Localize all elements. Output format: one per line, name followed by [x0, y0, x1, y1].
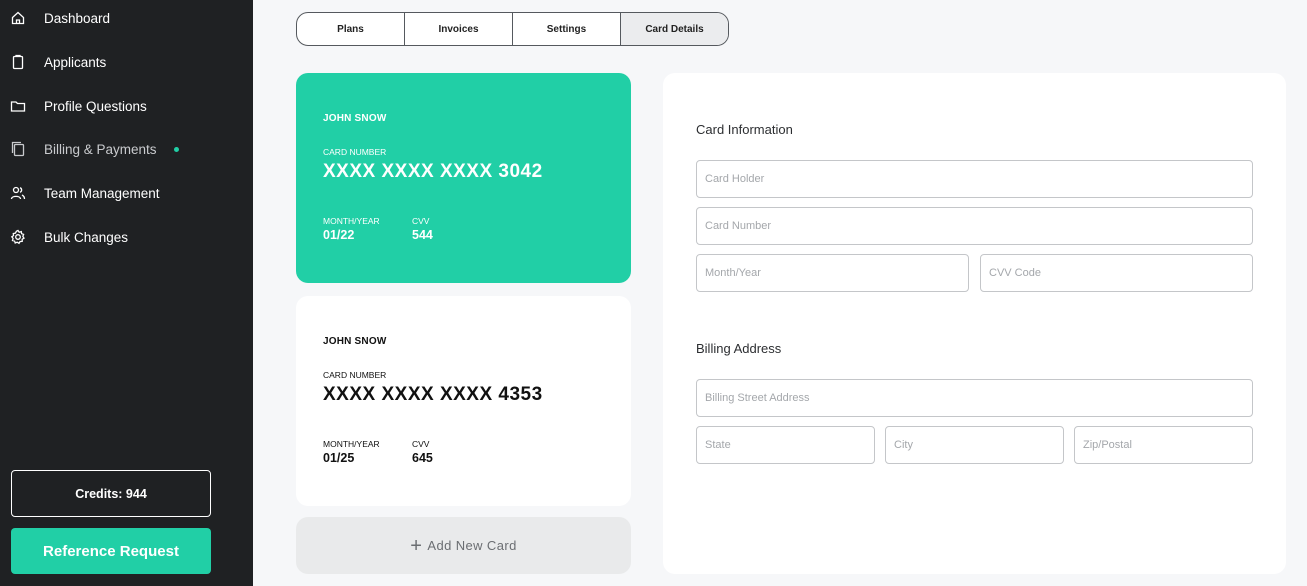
folder-icon — [10, 98, 26, 114]
sidebar-item-label: Applicants — [44, 54, 107, 70]
copy-icon — [10, 141, 26, 157]
card-cvv: 645 — [412, 451, 433, 465]
card-cvv: 544 — [412, 228, 433, 242]
sidebar-item-applicants[interactable]: Applicants — [0, 42, 253, 82]
card-expiry: 01/22 — [323, 228, 355, 242]
sidebar-item-team-management[interactable]: Team Management — [0, 173, 253, 213]
card-number-input[interactable] — [696, 207, 1253, 245]
sidebar-item-label: Dashboard — [44, 10, 111, 26]
billing-street-input[interactable] — [696, 379, 1253, 417]
billing-address-heading: Billing Address — [696, 341, 782, 356]
cvv-code-input[interactable] — [980, 254, 1253, 292]
home-icon — [10, 10, 26, 26]
sidebar-item-dashboard[interactable]: Dashboard — [0, 0, 253, 38]
city-input[interactable] — [885, 426, 1064, 464]
card-expiry-label: MONTH/YEAR — [323, 216, 380, 226]
credits-display: Credits: 944 — [11, 470, 211, 517]
sidebar: Dashboard Applicants Profile Questions B… — [0, 0, 253, 586]
payment-card-selected[interactable]: JOHN SNOW CARD NUMBER XXXX XXXX XXXX 304… — [296, 73, 631, 283]
card-number-label: CARD NUMBER — [323, 370, 387, 380]
zip-postal-input[interactable] — [1074, 426, 1253, 464]
card-number-label: CARD NUMBER — [323, 147, 387, 157]
active-indicator-dot — [174, 146, 179, 152]
plus-icon: + — [410, 534, 423, 557]
card-expiry-label: MONTH/YEAR — [323, 439, 380, 449]
state-input[interactable] — [696, 426, 875, 464]
card-number: XXXX XXXX XXXX 3042 — [323, 161, 543, 182]
sidebar-item-label: Billing & Payments — [44, 141, 157, 157]
sidebar-item-label: Team Management — [44, 185, 160, 201]
clipboard-icon — [10, 54, 26, 70]
card-information-heading: Card Information — [696, 122, 793, 137]
card-number: XXXX XXXX XXXX 4353 — [323, 384, 543, 405]
sidebar-item-bulk-changes[interactable]: Bulk Changes — [0, 217, 253, 257]
billing-tabs: Plans Invoices Settings Card Details — [296, 12, 729, 46]
add-new-card-label: Add New Card — [427, 538, 517, 553]
tab-card-details[interactable]: Card Details — [621, 13, 728, 45]
sidebar-item-label: Profile Questions — [44, 98, 147, 114]
card-form-panel: Card Information Billing Address — [663, 73, 1286, 574]
tab-plans[interactable]: Plans — [297, 13, 405, 45]
month-year-input[interactable] — [696, 254, 969, 292]
card-holder-input[interactable] — [696, 160, 1253, 198]
card-cvv-label: CVV — [412, 439, 430, 449]
add-new-card-button[interactable]: + Add New Card — [296, 517, 631, 574]
tab-invoices[interactable]: Invoices — [405, 13, 513, 45]
reference-request-button[interactable]: Reference Request — [11, 528, 211, 574]
sidebar-item-label: Bulk Changes — [44, 229, 129, 245]
payment-card[interactable]: JOHN SNOW CARD NUMBER XXXX XXXX XXXX 435… — [296, 296, 631, 506]
sidebar-item-profile-questions[interactable]: Profile Questions — [0, 86, 253, 126]
tab-settings[interactable]: Settings — [513, 13, 621, 45]
users-icon — [10, 185, 26, 201]
card-holder-name: JOHN SNOW — [323, 336, 387, 347]
card-expiry: 01/25 — [323, 451, 355, 465]
sidebar-item-billing-payments[interactable]: Billing & Payments — [0, 129, 253, 169]
card-cvv-label: CVV — [412, 216, 430, 226]
card-holder-name: JOHN SNOW — [323, 113, 387, 124]
gear-icon — [10, 229, 26, 245]
